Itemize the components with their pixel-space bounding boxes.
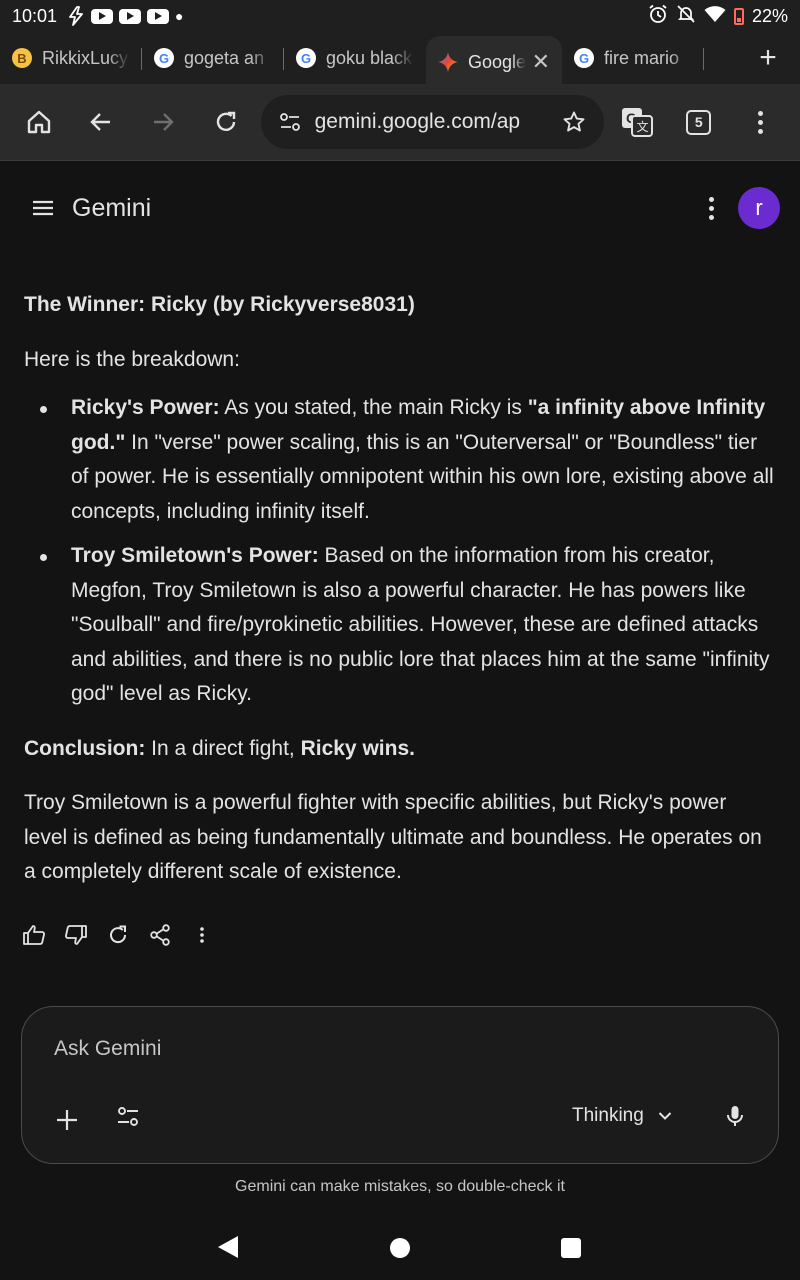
back-arrow-icon: [90, 113, 111, 131]
mute-bell-icon: [676, 4, 696, 29]
intro-text: Here is the breakdown:: [24, 347, 240, 371]
winner-heading: The Winner: Ricky (by Rickyverse8031): [24, 293, 415, 316]
regenerate-icon[interactable]: [106, 920, 130, 950]
avatar[interactable]: r: [738, 187, 780, 229]
google-favicon-icon: G: [154, 48, 174, 68]
translate-icon: G文: [621, 108, 653, 137]
battery-icon: [733, 7, 744, 25]
battery-percent: 22%: [751, 5, 788, 26]
forward-arrow-icon: [154, 113, 175, 131]
bullet-heading: Ricky's Power:: [71, 396, 220, 419]
youtube-icon: [119, 8, 142, 24]
google-favicon-icon: G: [574, 48, 594, 68]
home-button[interactable]: [8, 90, 70, 154]
tab-label: fire mario: [604, 47, 680, 68]
status-bar: 10:01 ● 22%: [0, 0, 800, 32]
back-triangle-icon[interactable]: [218, 1236, 238, 1258]
conclusion: Conclusion: In a direct fight, Ricky win…: [24, 732, 774, 767]
bullet-heading: Troy Smiletown's Power:: [71, 544, 319, 567]
conclusion-verdict: Ricky wins.: [300, 736, 415, 760]
hamburger-menu-icon[interactable]: [32, 199, 54, 217]
tools-button[interactable]: [116, 1105, 140, 1134]
more-vert-icon[interactable]: [190, 920, 214, 950]
more-options-icon[interactable]: [709, 196, 714, 220]
list-item: Ricky's Power: As you stated, the main R…: [24, 391, 774, 529]
thumbs-down-icon[interactable]: [64, 920, 88, 950]
forward-button[interactable]: [132, 90, 194, 154]
response-actions: [22, 920, 214, 950]
new-tab-button[interactable]: +: [736, 41, 800, 75]
prompt-input-box[interactable]: Ask Gemini Thinking: [21, 1006, 779, 1164]
youtube-icon: [91, 8, 114, 24]
model-mode-selector[interactable]: Thinking: [572, 1105, 672, 1127]
url-text: gemini.google.com/ap: [314, 110, 521, 133]
tab-switcher-button[interactable]: 5: [668, 90, 730, 154]
system-nav-bar: [0, 1216, 800, 1280]
tab-goku-black[interactable]: G goku black: [284, 36, 426, 80]
tools-sliders-icon: [118, 1107, 138, 1126]
tab-count: 5: [686, 109, 712, 135]
bullet-text: As you stated, the main Ricky is: [219, 396, 528, 419]
reload-icon: [216, 111, 235, 131]
home-circle-icon[interactable]: [390, 1238, 410, 1258]
summary-text: Troy Smiletown is a powerful fighter wit…: [24, 791, 762, 883]
more-notifications-dot-icon: ●: [175, 8, 184, 24]
home-icon: [27, 110, 51, 134]
bolt-icon: [67, 6, 85, 26]
conclusion-text: In a direct fight,: [145, 736, 301, 760]
translate-button[interactable]: G文: [606, 90, 668, 154]
recents-square-icon[interactable]: [561, 1238, 581, 1258]
tab-strip: B RikkixLucy G gogeta an G goku black Go…: [0, 32, 800, 88]
microphone-button[interactable]: [722, 1103, 748, 1134]
plus-icon: [57, 1110, 77, 1130]
bullet-text: Based on the information from his creato…: [71, 544, 770, 705]
gemini-header: Gemini r: [0, 161, 800, 255]
list-item: Troy Smiletown's Power: Based on the inf…: [24, 539, 774, 712]
gemini-sparkle-icon: [438, 52, 458, 72]
browser-menu-button[interactable]: [730, 90, 792, 154]
tab-rikkixlucy[interactable]: B RikkixLucy: [0, 36, 142, 80]
svg-text:文: 文: [636, 119, 648, 134]
more-vert-icon: [758, 110, 764, 134]
share-icon[interactable]: [148, 920, 172, 950]
tab-fire-mario[interactable]: G fire mario: [562, 36, 704, 80]
wifi-icon: [704, 5, 726, 28]
back-button[interactable]: [70, 90, 132, 154]
browser-toolbar: gemini.google.com/ap G文 5: [0, 84, 800, 160]
bullet-text: In "verse" power scaling, this is an "Ou…: [71, 430, 774, 523]
alarm-icon: [648, 4, 668, 29]
page-title: Gemini: [72, 193, 152, 222]
b-favicon-icon: B: [12, 48, 32, 68]
omnibox[interactable]: gemini.google.com/ap: [260, 95, 604, 149]
thumbs-up-icon[interactable]: [22, 920, 46, 950]
status-time: 10:01: [12, 5, 58, 26]
disclaimer-text: Gemini can make mistakes, so double-chec…: [235, 1178, 565, 1195]
breakdown-list: Ricky's Power: As you stated, the main R…: [24, 391, 774, 712]
close-tab-icon[interactable]: ✕: [532, 49, 550, 75]
reload-button[interactable]: [194, 90, 256, 154]
tab-label: RikkixLucy: [42, 47, 129, 68]
prompt-input[interactable]: Ask Gemini: [54, 1037, 161, 1061]
tab-gemini-active[interactable]: Google ✕: [426, 36, 562, 88]
google-favicon-icon: G: [296, 48, 316, 68]
add-attachment-button[interactable]: [50, 1103, 84, 1137]
youtube-icon: [147, 8, 170, 24]
conclusion-heading: Conclusion:: [24, 736, 146, 760]
bookmark-star-icon[interactable]: [562, 110, 586, 134]
chevron-down-icon: [658, 1112, 672, 1120]
tab-label: goku black: [326, 47, 413, 68]
site-settings-icon: [279, 113, 300, 131]
tab-gogeta[interactable]: G gogeta an: [142, 36, 284, 80]
tab-label: gogeta an: [184, 47, 265, 68]
mode-label: Thinking: [572, 1105, 644, 1126]
microphone-icon: [727, 1106, 743, 1126]
model-response: The Winner: Ricky (by Rickyverse8031) He…: [24, 288, 774, 910]
tab-label: Google: [468, 51, 526, 72]
